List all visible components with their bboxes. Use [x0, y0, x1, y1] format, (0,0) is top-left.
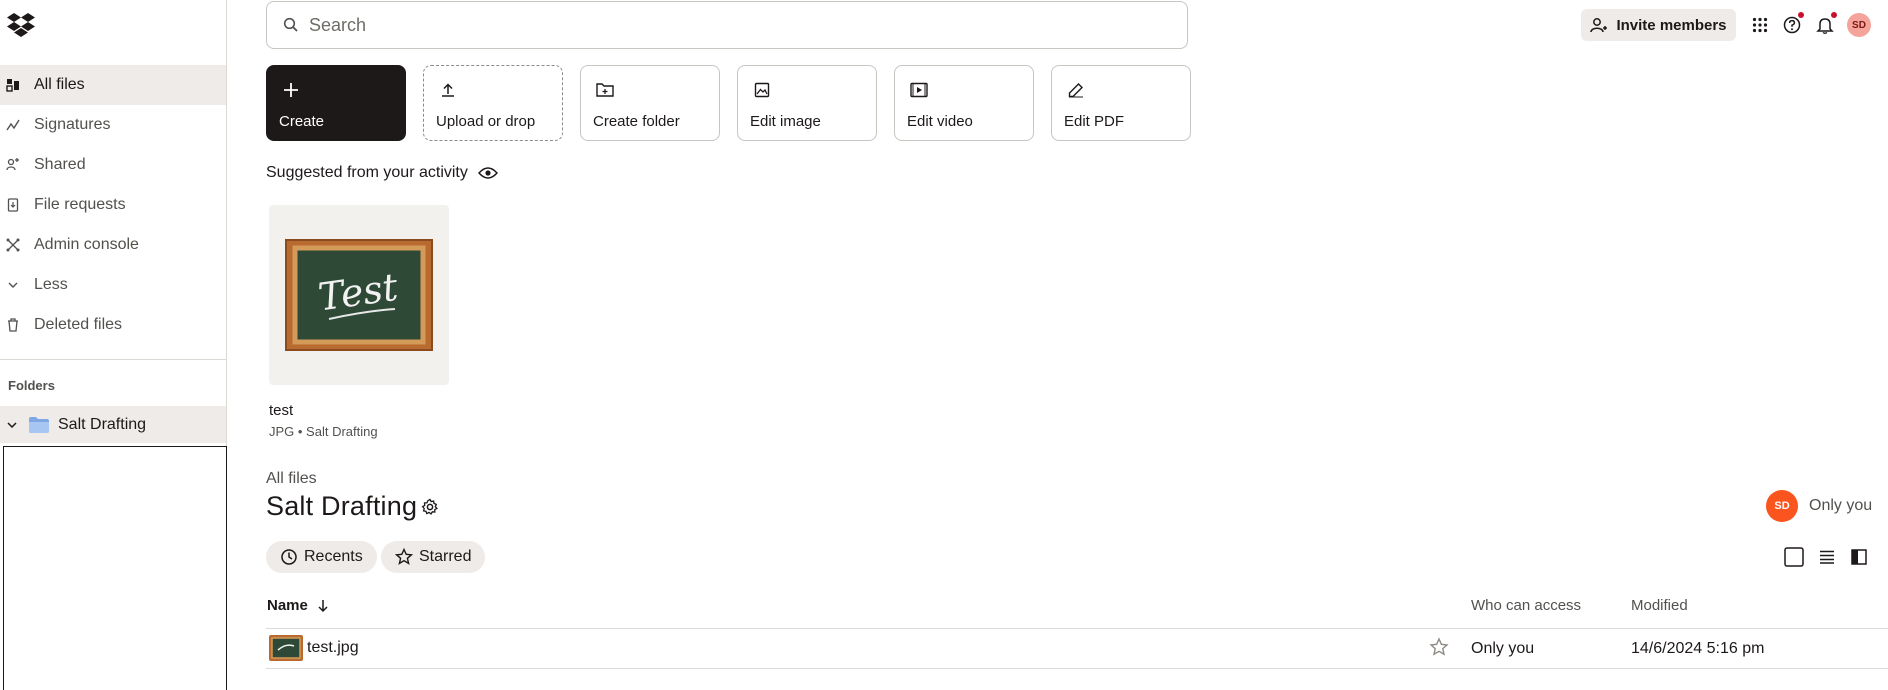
folder-icon [28, 416, 50, 434]
sidebar-nav: All files Signatures Shared File request… [0, 65, 226, 345]
action-tiles: Create Upload or drop Create folder Edit… [266, 65, 1191, 141]
sidebar-item-label: Admin console [34, 236, 139, 253]
notification-dot [1798, 12, 1804, 18]
access-label: Only you [1809, 497, 1873, 514]
table-divider [266, 668, 1888, 669]
folder-label: Salt Drafting [58, 415, 147, 433]
notification-dot [1831, 12, 1837, 18]
search-icon [283, 17, 299, 33]
suggested-file-name[interactable]: test [269, 402, 293, 419]
file-thumbnail [269, 635, 303, 661]
bell-icon[interactable] [1814, 12, 1837, 36]
edit-image-label: Edit image [750, 113, 821, 130]
sidebar-item-all-files[interactable]: All files [0, 65, 226, 105]
star-icon [395, 548, 419, 566]
chalkboard-image: Test [285, 239, 433, 351]
sidebar-item-label: File requests [34, 196, 126, 213]
sidebar-item-label: Signatures [34, 116, 111, 133]
sidebar: All files Signatures Shared File request… [0, 0, 227, 690]
search-bar[interactable]: Search [266, 1, 1188, 49]
create-button[interactable]: Create [266, 65, 406, 141]
select-checkbox-icon[interactable] [1783, 546, 1805, 568]
create-label: Create [279, 113, 325, 130]
sidebar-item-signatures[interactable]: Signatures [0, 105, 226, 145]
all-files-icon [6, 78, 20, 92]
edit-video-button[interactable]: Edit video [894, 65, 1034, 141]
chevron-down-icon[interactable] [6, 419, 18, 431]
invite-members-button[interactable]: Invite members [1581, 9, 1736, 41]
dropbox-logo-icon[interactable] [6, 12, 36, 38]
breadcrumb[interactable]: All files [266, 470, 317, 488]
plus-icon [281, 80, 301, 100]
pdf-edit-icon [1066, 80, 1086, 100]
edit-pdf-label: Edit PDF [1064, 113, 1125, 130]
suggested-file-meta: JPG • Salt Drafting [269, 424, 378, 439]
admin-icon [6, 238, 20, 252]
folders-heading[interactable]: Folders [0, 378, 55, 393]
upload-button[interactable]: Upload or drop [423, 65, 563, 141]
table-row[interactable]: test.jpg Only you 14/6/2024 5:16 pm [266, 628, 1888, 668]
invite-members-label: Invite members [1616, 16, 1727, 34]
file-modified: 14/6/2024 5:16 pm [1631, 640, 1765, 657]
blank-panel [3, 446, 227, 690]
signature-icon [6, 118, 20, 132]
suggested-title: Suggested from your activity [266, 164, 468, 181]
suggested-heading: Suggested from your activity [266, 164, 498, 182]
sidebar-item-less[interactable]: Less [0, 265, 226, 305]
apps-grid-icon[interactable] [1749, 14, 1771, 36]
sidebar-item-shared[interactable]: Shared [0, 145, 226, 185]
sidebar-item-label: All files [34, 76, 85, 93]
eye-icon[interactable] [468, 166, 498, 180]
recents-label: Recents [304, 548, 363, 565]
column-header-access[interactable]: Who can access [1471, 597, 1581, 614]
sidebar-item-label: Shared [34, 156, 86, 173]
starred-label: Starred [419, 548, 472, 565]
owner-avatar[interactable]: SD [1766, 490, 1798, 522]
help-icon[interactable] [1781, 12, 1804, 36]
create-folder-button[interactable]: Create folder [580, 65, 720, 141]
starred-chip[interactable]: Starred [381, 541, 486, 573]
sidebar-item-deleted-files[interactable]: Deleted files [0, 305, 226, 345]
trash-icon [6, 318, 20, 332]
edit-pdf-button[interactable]: Edit PDF [1051, 65, 1191, 141]
upload-label: Upload or drop [436, 113, 536, 130]
edit-image-button[interactable]: Edit image [737, 65, 877, 141]
search-placeholder: Search [309, 14, 367, 35]
create-folder-label: Create folder [593, 113, 680, 130]
edit-video-label: Edit video [907, 113, 973, 130]
account-avatar[interactable]: SD [1847, 13, 1871, 37]
video-edit-icon [909, 80, 929, 100]
sort-arrow-down-icon[interactable] [308, 599, 330, 613]
name-column-label: Name [267, 597, 308, 614]
star-icon[interactable] [1429, 637, 1449, 657]
image-edit-icon [752, 80, 772, 100]
file-access: Only you [1471, 640, 1535, 657]
folder-add-icon [595, 80, 615, 100]
list-view-icon[interactable] [1816, 546, 1838, 568]
info-panel-icon[interactable] [1848, 546, 1870, 568]
file-request-icon [6, 198, 20, 212]
recents-chip[interactable]: Recents [266, 541, 377, 573]
column-header-name[interactable]: Name [267, 597, 330, 614]
sidebar-item-label: Less [34, 276, 68, 293]
sidebar-divider [0, 359, 226, 360]
suggested-file-thumbnail[interactable]: Test [269, 205, 449, 385]
chevron-down-icon [6, 278, 20, 292]
folders-heading-label: Folders [8, 378, 55, 393]
file-name[interactable]: test.jpg [307, 639, 359, 657]
add-user-icon [1590, 17, 1616, 33]
gear-icon[interactable] [421, 498, 439, 516]
sidebar-item-label: Deleted files [34, 316, 123, 333]
column-header-modified[interactable]: Modified [1631, 597, 1688, 614]
sidebar-item-file-requests[interactable]: File requests [0, 185, 226, 225]
sidebar-folder-salt-drafting[interactable]: Salt Drafting [0, 406, 226, 443]
page-title: Salt Drafting [266, 491, 418, 521]
clock-icon [280, 548, 304, 566]
shared-icon [6, 158, 20, 172]
sidebar-item-admin-console[interactable]: Admin console [0, 225, 226, 265]
upload-icon [438, 80, 458, 100]
